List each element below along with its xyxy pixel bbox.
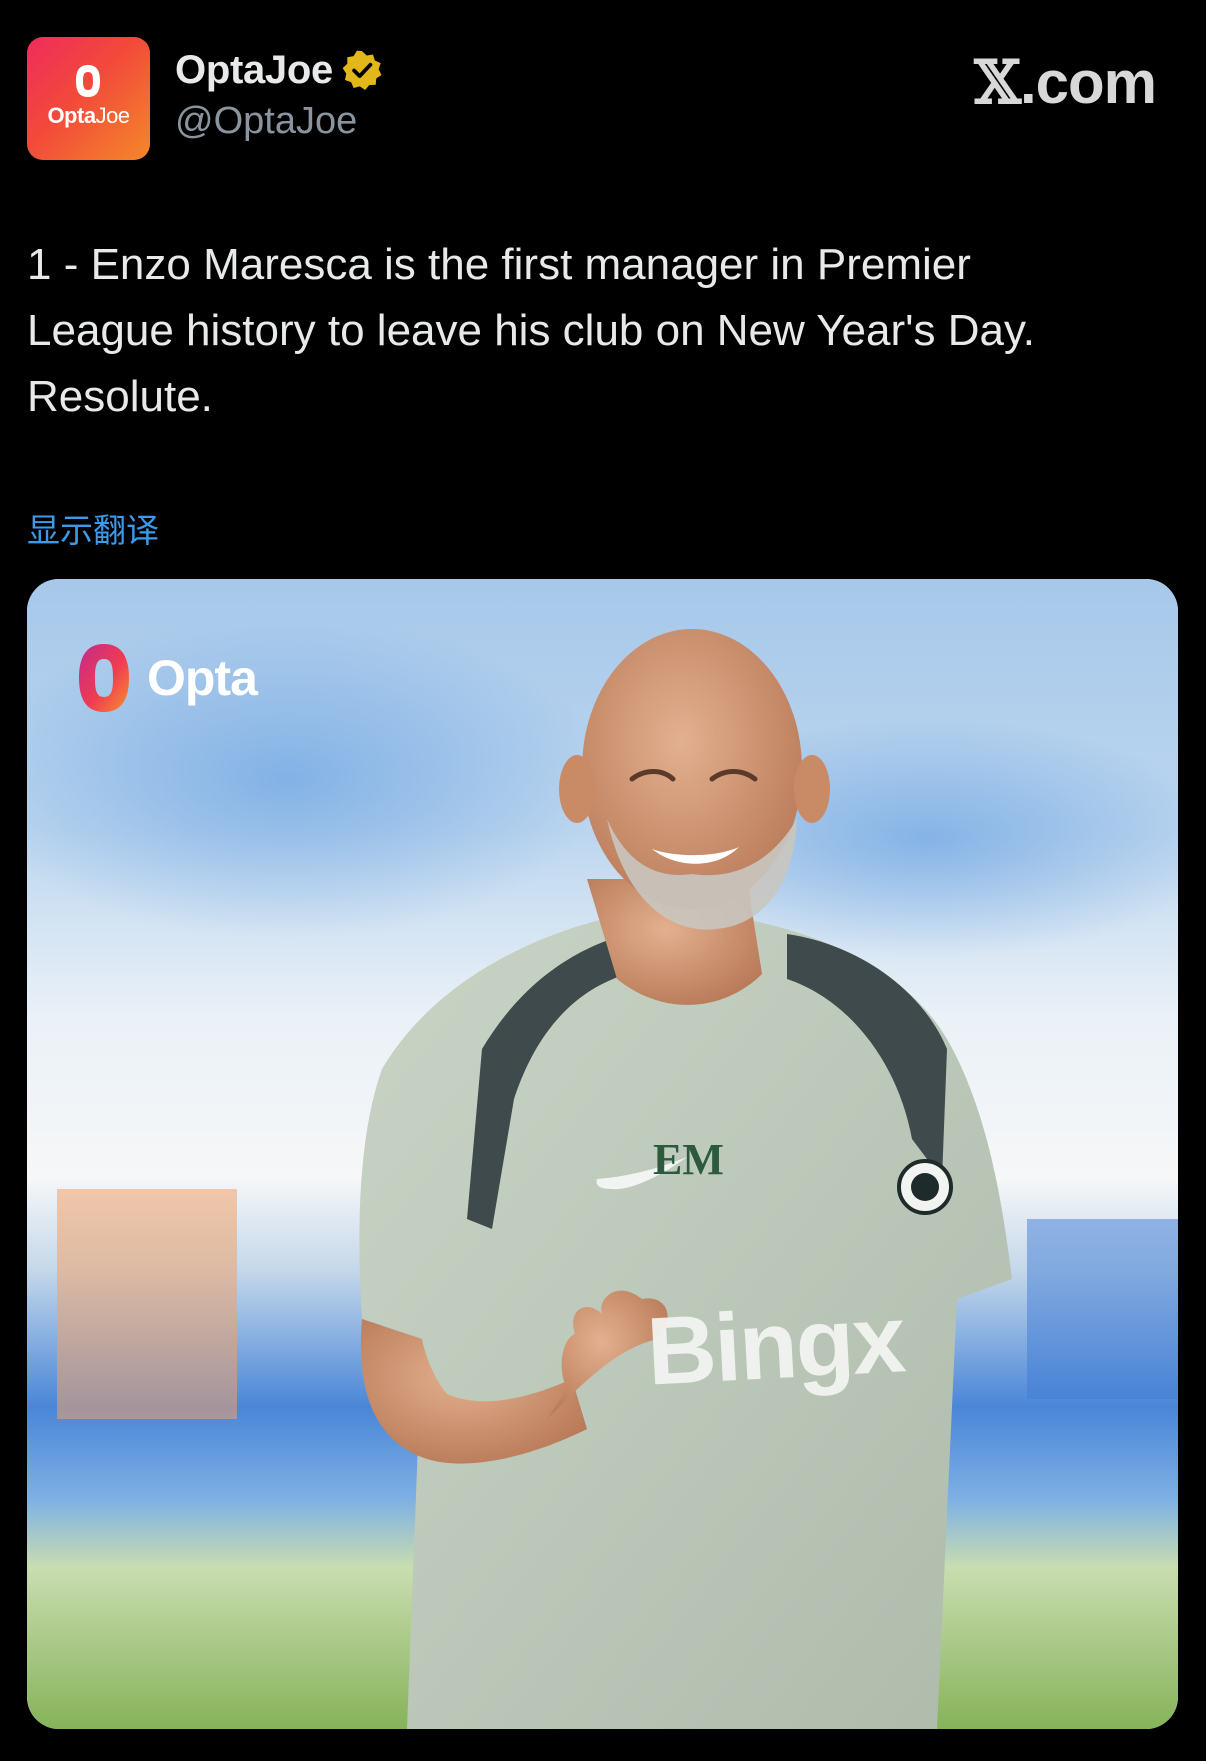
opta-logo-text: Opta bbox=[147, 650, 258, 706]
tweet-text: 1 - Enzo Maresca is the first manager in… bbox=[27, 232, 1177, 430]
tweet-text-line: League history to leave his club on New … bbox=[27, 306, 1035, 355]
avatar[interactable]: OptaJoe bbox=[27, 37, 150, 160]
author-row: OptaJoe bbox=[175, 46, 383, 94]
avatar-label: OptaJoe bbox=[47, 103, 130, 128]
tweet-text-line: Resolute. bbox=[27, 372, 213, 421]
photo-illustration bbox=[27, 579, 1178, 1729]
shirt-sponsor: Bingx bbox=[644, 1285, 907, 1406]
tweet-card: OptaJoe OptaJoe @OptaJoe 𝕏.com 1 - Enzo … bbox=[0, 0, 1206, 1761]
x-logo-icon: 𝕏 bbox=[974, 48, 1021, 118]
opta-joe-logo-icon bbox=[76, 65, 100, 97]
display-name[interactable]: OptaJoe bbox=[175, 48, 333, 93]
opta-logo-icon bbox=[79, 644, 129, 712]
handle[interactable]: @OptaJoe bbox=[175, 100, 357, 143]
tweet-media-image[interactable]: Opta EM Bingx bbox=[27, 579, 1178, 1729]
show-translation-link[interactable]: 显示翻译 bbox=[27, 504, 159, 552]
verified-badge-icon bbox=[342, 50, 382, 90]
shirt-initials: EM bbox=[653, 1135, 724, 1184]
opta-watermark: Opta bbox=[75, 641, 258, 715]
x-com-watermark: 𝕏.com bbox=[974, 48, 1157, 118]
tweet-text-line: 1 - Enzo Maresca is the first manager in… bbox=[27, 240, 971, 289]
